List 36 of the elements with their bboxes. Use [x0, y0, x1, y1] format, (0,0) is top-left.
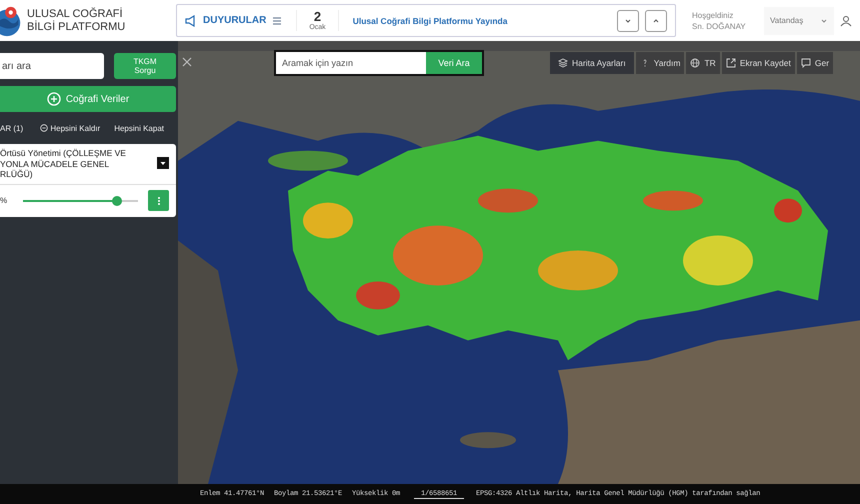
megaphone-icon — [185, 14, 197, 26]
remove-all-button[interactable]: Hepsini Kaldır — [40, 124, 100, 132]
greeting-text: Hoşgeldiniz — [692, 10, 734, 20]
more-button[interactable] — [148, 190, 169, 211]
chevron-down-icon — [820, 16, 828, 24]
user-icon[interactable] — [840, 14, 852, 26]
dropdown-icon[interactable] — [157, 157, 169, 169]
user-name: Sn. DOĞANAY — [692, 20, 747, 32]
layers-icon — [558, 58, 568, 68]
help-tool-button[interactable]: Yardım — [636, 52, 684, 74]
logo-text: BİLGİ PLATFORMU — [27, 20, 126, 34]
chevron-up-icon — [652, 16, 660, 24]
announcements-label: DUYURULAR — [203, 15, 266, 26]
opacity-value: % — [0, 196, 8, 205]
comment-tool-button[interactable]: Ger — [796, 52, 834, 74]
minus-circle-icon — [40, 124, 48, 132]
close-icon[interactable] — [181, 56, 193, 68]
export-icon — [726, 58, 736, 68]
layers-tab[interactable]: AR (1) — [0, 124, 40, 132]
layers-tool-button[interactable]: Harita Ayarları — [550, 52, 634, 74]
announcement-link[interactable]: Ulusal Coğrafi Bilgi Platformu Yayında — [352, 16, 611, 26]
logo-text: ULUSAL COĞRAFİ — [27, 8, 124, 20]
plus-circle-icon — [46, 92, 61, 106]
layer-title: Örtüsü Yönetimi (ÇÖLLEŞME VE YONLA MÜCADELE GENEL RLÜĞÜ) — [0, 148, 127, 180]
globe-tool-button[interactable]: TR — [686, 52, 720, 74]
close-all-button[interactable]: Hepsini Kapat — [114, 124, 164, 132]
comment-icon — [800, 58, 811, 68]
menu-icon[interactable] — [272, 16, 282, 26]
globe-icon — [690, 58, 700, 68]
previous-button[interactable] — [645, 10, 667, 32]
chevron-down-icon — [624, 16, 632, 24]
next-button[interactable] — [617, 10, 639, 32]
search-field[interactable]: arı ara — [0, 53, 104, 79]
export-tool-button[interactable]: Ekran Kaydet — [722, 52, 795, 74]
date-day: 2 — [314, 10, 322, 24]
role-select[interactable]: Vatandaş — [764, 6, 834, 34]
